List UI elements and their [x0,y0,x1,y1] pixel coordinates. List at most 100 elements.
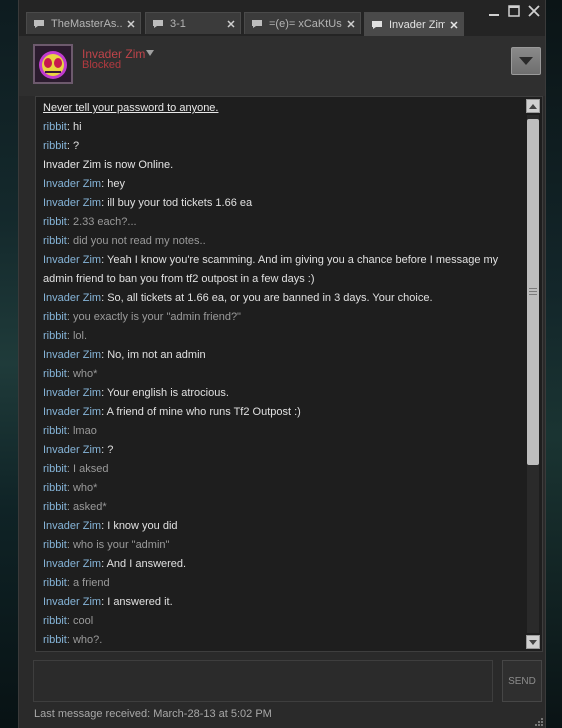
chevron-down-icon[interactable] [146,50,154,56]
message-sender: Invader Zim [43,596,102,608]
chat-message: ribbit: who is your "admin" [43,536,169,555]
scrollbar[interactable] [526,99,540,649]
close-icon[interactable] [226,19,236,29]
send-button[interactable]: SEND [502,660,542,702]
tab-3-1[interactable]: 3-1 [145,12,241,34]
chat-message: ribbit: hi [43,118,82,137]
chat-bubble-icon [34,19,44,28]
chat-message: Invader Zim: hey [43,175,125,194]
chat-header: Invader Zim Blocked [19,36,545,96]
message-text: did you not read my notes.. [72,235,206,247]
message-text: who is your "admin" [72,539,170,551]
message-log[interactable]: ribbit: who?. ribbit: cool Invader Zim: I … [35,96,543,652]
chat-message: ribbit: 2.33 each?... [43,213,137,232]
message-sender: Invader Zim [43,254,102,266]
chat-message: ribbit: who?. [43,631,102,650]
message-text: And I answered. [106,558,187,570]
message-text: lol. [72,330,88,342]
message-sender: ribbit [43,463,67,475]
chat-message: ribbit: lol. [43,327,87,346]
chat-message: Invader Zim: Your english is atrocious. [43,384,229,403]
tab-label: TheMasterAs... [51,17,122,30]
chat-message: Invader Zim: Yeah I know you're scamming… [43,251,498,270]
tab-strip: TheMasterAs... 3-1 =(e)= xCaKtUs Invader… [19,0,545,36]
tab-label: Invader Zim [389,18,445,31]
tab-label: 3-1 [170,17,186,30]
message-text: asked* [72,501,107,513]
message-sender: ribbit [43,577,67,589]
arrow-up-icon [529,103,537,109]
arrow-down-icon [529,639,537,645]
message-sender: ribbit [43,425,67,437]
message-text: admin friend to ban you from tf2 outpost… [43,273,315,285]
message-sender: Invader Zim [43,406,102,418]
message-text: No, im not an admin [107,349,206,361]
message-sender: Invader Zim [43,387,102,399]
chat-message: ribbit: cool [43,612,93,631]
message-sender: Invader Zim [43,292,102,304]
message-text: who* [72,368,98,380]
chat-message: Invader Zim: So, all tickets at 1.66 ea,… [43,289,433,308]
options-dropdown-button[interactable] [511,47,541,75]
chat-message: ribbit: ? [43,137,79,156]
message-text: Your english is atrocious. [107,387,229,399]
message-text: ? [107,444,114,456]
scroll-thumb[interactable] [527,119,539,465]
message-sender: ribbit [43,501,67,513]
message-sender: Invader Zim [43,197,102,209]
tab-xcaktus[interactable]: =(e)= xCaKtUs [244,12,361,34]
chat-message: Invader Zim: I answered it. [43,593,173,612]
message-continuation: admin friend to ban you from tf2 outpost… [43,270,314,289]
message-sender: Invader Zim [43,349,102,361]
chat-bubble-icon [252,19,262,28]
tab-invader-zim[interactable]: Invader Zim [364,12,464,36]
message-text: 2.33 each?... [72,216,137,228]
grip-icon [529,288,537,295]
maximize-icon[interactable] [507,4,521,18]
chat-bubble-icon [153,19,163,28]
tab-themasteras[interactable]: TheMasterAs... [26,12,141,34]
scroll-up-button[interactable] [526,99,540,113]
chat-message: Invader Zim: I know you did [43,517,178,536]
security-warning: Never tell your password to anyone. [43,102,219,114]
last-message-status: Last message received: March-28-13 at 5:… [34,708,272,720]
close-icon[interactable] [346,19,356,29]
close-icon[interactable] [126,19,136,29]
message-text: A friend of mine who runs Tf2 Outpost :) [106,406,301,418]
minimize-icon[interactable] [487,4,501,18]
message-input[interactable] [33,660,493,702]
message-sender: ribbit [43,140,67,152]
avatar[interactable] [33,44,73,84]
close-window-icon[interactable] [527,4,541,18]
message-sender: ribbit [43,235,67,247]
message-sender: ribbit [43,311,67,323]
message-sender: ribbit [43,216,67,228]
message-text: ? [72,140,80,152]
chat-message: ribbit: lmao [43,422,97,441]
resize-grip-icon[interactable] [533,716,543,726]
close-icon[interactable] [449,20,459,30]
message-text: So, all tickets at 1.66 ea, or you are b… [107,292,433,304]
chat-bubble-icon [372,20,382,29]
chat-message: ribbit: a friend [43,574,110,593]
chat-window: TheMasterAs... 3-1 =(e)= xCaKtUs Invader… [18,0,546,728]
scroll-down-button[interactable] [526,635,540,649]
message-sender: ribbit [43,330,67,342]
chat-message: Invader Zim: And I answered. [43,555,186,574]
message-sender: Invader Zim [43,444,102,456]
message-sender: ribbit [43,368,67,380]
chat-message: ribbit: who* [43,365,97,384]
message-sender: ribbit [43,482,67,494]
message-text: you exactly is your "admin friend?" [72,311,241,323]
message-text: hey [107,178,125,190]
message-sender: ribbit [43,121,67,133]
message-text: cool [72,615,94,627]
window-controls [487,4,541,18]
message-text: Yeah I know you're scamming. And im givi… [107,254,499,266]
chat-message: Invader Zim: ill buy your tod tickets 1.… [43,194,252,213]
message-text: who* [72,482,98,494]
message-sender: Invader Zim [43,558,102,570]
message-text: who?. [72,634,103,646]
desktop-background-left [0,0,18,728]
message-text: a friend [72,577,110,589]
